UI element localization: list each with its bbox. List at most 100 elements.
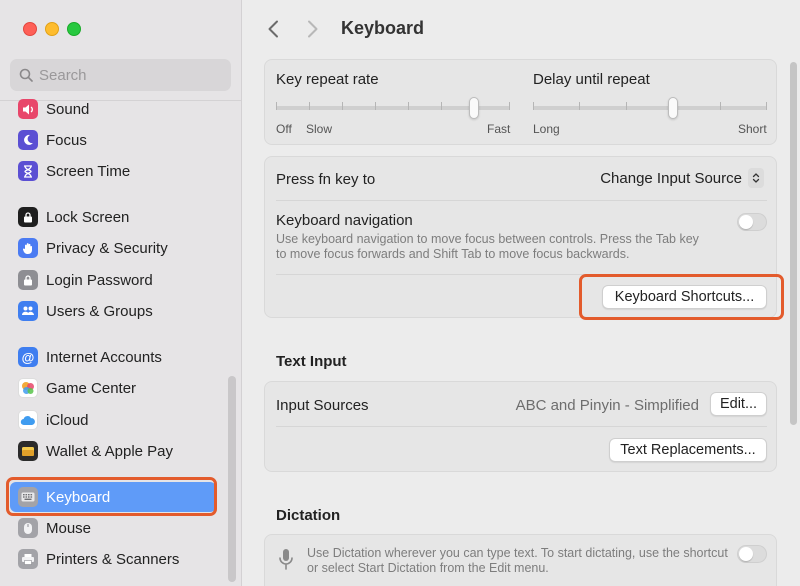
sidebar-item-printers-scanners[interactable]: Printers & Scanners bbox=[10, 544, 216, 574]
text-replacements-button[interactable]: Text Replacements... bbox=[609, 438, 767, 462]
sidebar-item-label: Privacy & Security bbox=[46, 239, 168, 257]
row-divider bbox=[276, 200, 767, 201]
shortcuts-button-highlight bbox=[579, 274, 784, 320]
keyboard-navigation-toggle[interactable] bbox=[737, 213, 767, 231]
sidebar-item-focus[interactable]: Focus bbox=[10, 125, 216, 155]
input-sources-label: Input Sources bbox=[276, 397, 369, 414]
keyboard-navigation-label: Keyboard navigation bbox=[276, 212, 413, 229]
main-scrollbar[interactable] bbox=[790, 62, 797, 425]
sidebar-item-login-password[interactable]: Login Password bbox=[10, 265, 216, 295]
sidebar-item-label: Sound bbox=[46, 100, 90, 118]
padlock-icon bbox=[18, 270, 38, 290]
slider-tick bbox=[533, 102, 534, 110]
sidebar-item-users-groups[interactable]: Users & Groups bbox=[10, 296, 216, 326]
main-pane: Keyboard Key repeat rate Delay until rep… bbox=[243, 0, 800, 586]
cloud-icon bbox=[18, 410, 38, 430]
at-icon: @ bbox=[18, 347, 38, 367]
key-repeat-knob[interactable] bbox=[469, 97, 479, 119]
tick-label-fast: Fast bbox=[487, 122, 511, 136]
mouse-icon bbox=[18, 518, 38, 538]
sidebar-item-icloud[interactable]: iCloud bbox=[10, 405, 216, 435]
slider-tick bbox=[509, 102, 510, 110]
slider-tick bbox=[408, 102, 409, 110]
page-title: Keyboard bbox=[341, 18, 425, 38]
sidebar-item-internet-accounts[interactable]: @ Internet Accounts bbox=[10, 342, 216, 372]
slider-tick bbox=[276, 102, 277, 110]
sidebar-item-screen-time[interactable]: Screen Time bbox=[10, 156, 216, 186]
chevron-left-icon bbox=[268, 20, 278, 38]
sidebar-item-label: Screen Time bbox=[46, 162, 131, 180]
tick-label-off: Off bbox=[276, 122, 292, 136]
slider-track bbox=[533, 106, 767, 110]
toolbar: Keyboard bbox=[243, 0, 800, 56]
key-repeat-card: Key repeat rate Delay until repeat Off S… bbox=[264, 59, 777, 145]
slider-tick bbox=[342, 102, 343, 110]
key-repeat-label: Key repeat rate bbox=[276, 71, 379, 88]
sidebar-item-label: Focus bbox=[46, 131, 87, 149]
back-button[interactable] bbox=[260, 14, 286, 44]
delay-label: Delay until repeat bbox=[533, 71, 650, 88]
sidebar-item-wallet-apple-pay[interactable]: Wallet & Apple Pay bbox=[10, 436, 216, 466]
slider-tick bbox=[579, 102, 580, 110]
fn-key-value: Change Input Source bbox=[600, 169, 742, 187]
up-down-chevron-icon bbox=[748, 168, 764, 188]
wallet-icon bbox=[18, 441, 38, 461]
edit-input-sources-button[interactable]: Edit... bbox=[710, 392, 767, 416]
fn-key-label: Press fn key to bbox=[276, 171, 376, 188]
search-icon bbox=[19, 68, 33, 82]
chevron-right-icon bbox=[308, 20, 318, 38]
minimize-window-button[interactable] bbox=[45, 22, 59, 36]
slider-tick bbox=[441, 102, 442, 110]
dictation-heading: Dictation bbox=[276, 507, 341, 524]
search-input[interactable] bbox=[39, 66, 219, 84]
input-sources-value: ABC and Pinyin - Simplified bbox=[515, 397, 699, 414]
slider-tick bbox=[720, 102, 721, 110]
keyboard-navigation-desc-line-1: Use keyboard navigation to move focus be… bbox=[276, 232, 699, 246]
lock-icon bbox=[18, 207, 38, 227]
slider-tick bbox=[626, 102, 627, 110]
tick-label-long: Long bbox=[533, 122, 560, 136]
sidebar-item-game-center[interactable]: Game Center bbox=[10, 373, 216, 403]
delay-knob[interactable] bbox=[668, 97, 678, 119]
sidebar-item-privacy-security[interactable]: Privacy & Security bbox=[10, 233, 216, 263]
fn-key-popup[interactable]: Change Input Source bbox=[600, 168, 764, 188]
close-window-button[interactable] bbox=[23, 22, 37, 36]
sidebar: Sound Focus Screen Time Lock Screen Priv… bbox=[0, 0, 242, 586]
sidebar-item-mouse[interactable]: Mouse bbox=[10, 513, 216, 543]
speaker-icon bbox=[18, 99, 38, 119]
slider-tick bbox=[309, 102, 310, 110]
keyboard-item-highlight bbox=[6, 477, 217, 516]
moon-icon bbox=[18, 130, 38, 150]
dictation-desc-line-2: or select Start Dictation from the Edit … bbox=[307, 561, 549, 575]
users-icon bbox=[18, 301, 38, 321]
sidebar-item-lock-screen[interactable]: Lock Screen bbox=[10, 202, 216, 232]
window-controls bbox=[23, 22, 81, 36]
dictation-card: Use Dictation wherever you can type text… bbox=[264, 534, 777, 586]
slider-tick bbox=[766, 102, 767, 110]
dictation-toggle[interactable] bbox=[737, 545, 767, 563]
sidebar-item-label: Lock Screen bbox=[46, 208, 130, 226]
zoom-window-button[interactable] bbox=[67, 22, 81, 36]
keyboard-navigation-desc-line-2: to move focus forwards and Shift Tab to … bbox=[276, 247, 630, 261]
text-input-heading: Text Input bbox=[276, 353, 347, 370]
search-field[interactable] bbox=[10, 59, 231, 91]
sidebar-item-sound[interactable]: Sound bbox=[10, 94, 216, 124]
tick-label-short: Short bbox=[738, 122, 767, 136]
sidebar-item-label: iCloud bbox=[46, 411, 89, 429]
sidebar-item-label: Login Password bbox=[46, 271, 153, 289]
row-divider bbox=[276, 426, 767, 427]
slider-tick bbox=[375, 102, 376, 110]
sidebar-item-label: Users & Groups bbox=[46, 302, 153, 320]
sidebar-item-label: Printers & Scanners bbox=[46, 550, 180, 568]
hand-icon bbox=[18, 238, 38, 258]
sidebar-item-label: Game Center bbox=[46, 379, 137, 397]
sidebar-item-label: Wallet & Apple Pay bbox=[46, 442, 174, 460]
tick-label-slow: Slow bbox=[306, 122, 333, 136]
hourglass-icon bbox=[18, 161, 38, 181]
text-input-card: Input Sources ABC and Pinyin - Simplifie… bbox=[264, 381, 777, 472]
dictation-desc-line-1: Use Dictation wherever you can type text… bbox=[307, 546, 728, 560]
microphone-icon bbox=[278, 548, 294, 577]
sidebar-scrollbar[interactable] bbox=[228, 376, 236, 582]
forward-button[interactable] bbox=[300, 14, 326, 44]
printer-icon bbox=[18, 549, 38, 569]
